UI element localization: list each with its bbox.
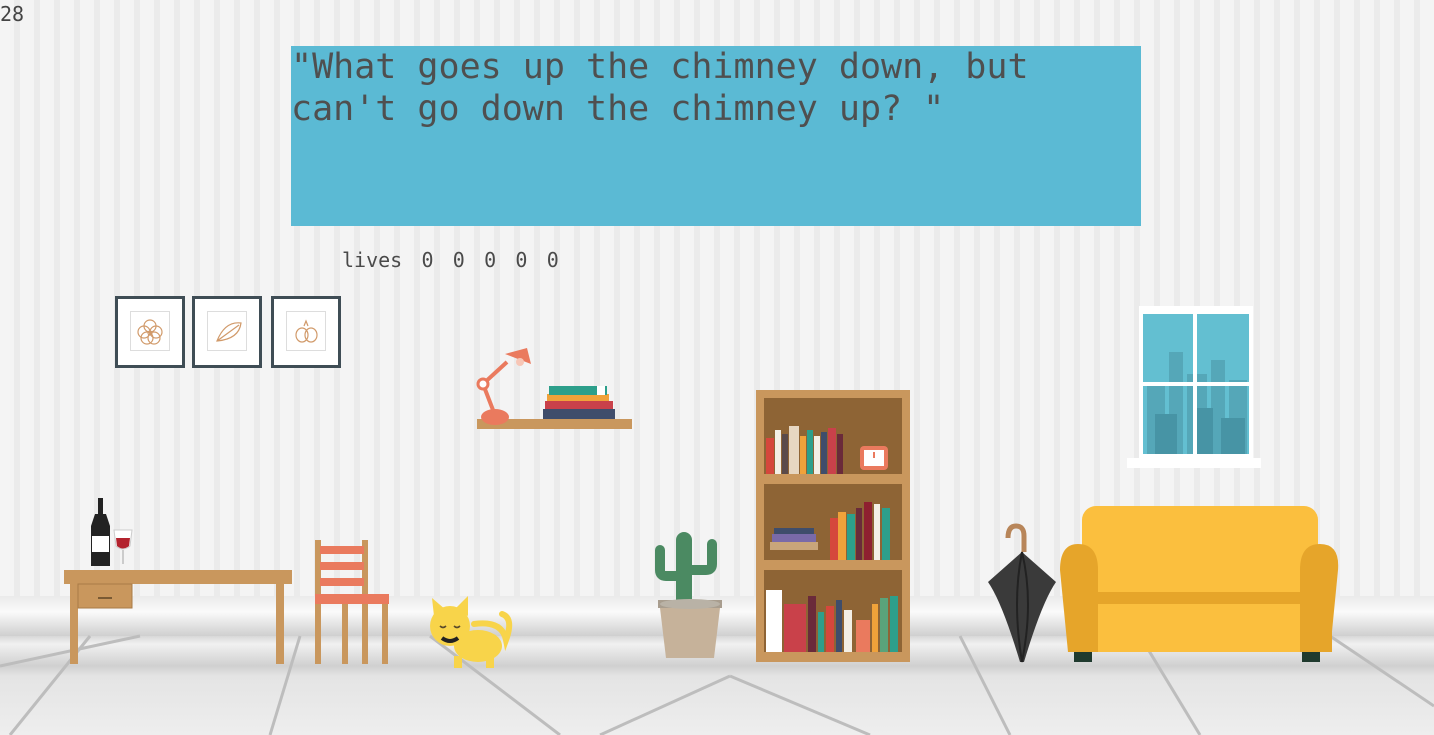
picture-frame-leaf [192,296,262,368]
cactus [655,532,722,658]
game-scene: 28 "What goes up the chimney down, but c… [0,0,1434,735]
wine-glass [113,529,133,564]
wall-shelf [476,348,632,429]
life-token: 0 [546,248,559,272]
picture-frame-blossom [271,296,341,368]
cat [430,596,513,668]
life-token: 0 [515,248,528,272]
life-token: 0 [484,248,497,272]
riddle-text: "What goes up the chimney down, but can'… [291,46,1141,226]
leaf-icon [216,322,242,342]
bookshelf [756,390,910,662]
lives-label: lives [342,248,403,272]
desk [64,498,292,664]
desk-lamp [476,348,531,425]
chair [315,540,389,664]
life-token: 0 [452,248,465,272]
book-stack [543,386,615,419]
life-token: 0 [421,248,434,272]
lives-display: lives 0 0 0 0 0 [342,248,559,272]
blossom-icon [295,319,318,343]
flower-icon [137,319,163,345]
picture-frame-flower [115,296,185,368]
umbrella [988,523,1056,663]
score-counter: 28 [0,2,25,26]
window [1127,306,1261,468]
sofa [1060,506,1339,662]
wine-bottle [91,498,110,566]
